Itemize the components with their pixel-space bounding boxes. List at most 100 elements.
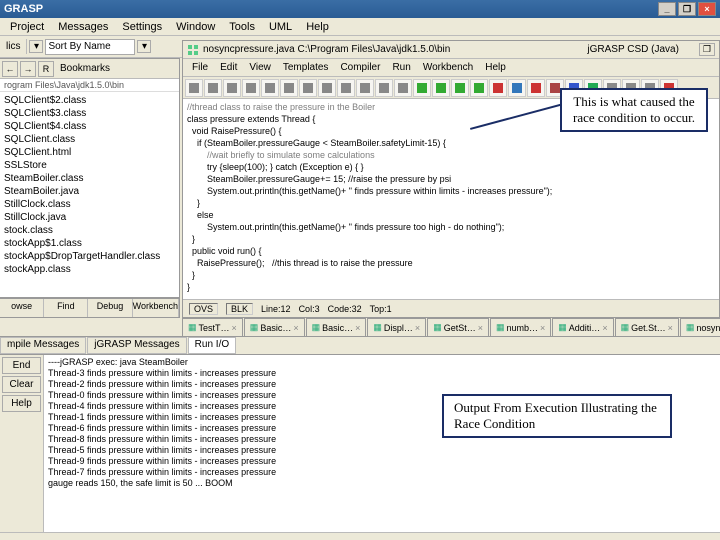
compile-icon[interactable]: [413, 79, 431, 97]
editor-menu-templates[interactable]: Templates: [278, 61, 334, 74]
bug-red-icon[interactable]: [527, 79, 545, 97]
r-button[interactable]: R: [38, 61, 54, 77]
viewtab-workbench[interactable]: Workbench: [133, 299, 179, 317]
message-tab[interactable]: mpile Messages: [0, 337, 86, 354]
code-line: SteamBoiler.pressureGauge+= 15; //raise …: [187, 173, 715, 185]
file-tab[interactable]: ▦Basic…×: [306, 318, 367, 336]
person-red-icon[interactable]: [489, 79, 507, 97]
close-icon[interactable]: ×: [602, 323, 607, 333]
file-tab[interactable]: ▦Get.St…×: [615, 318, 679, 336]
code-line: else: [187, 209, 715, 221]
close-icon[interactable]: ×: [478, 323, 483, 333]
person-icon[interactable]: [508, 79, 526, 97]
list-item[interactable]: stockApp.class: [0, 263, 179, 276]
editor-menu-compiler[interactable]: Compiler: [335, 61, 385, 74]
viewtab-find[interactable]: Find: [44, 299, 88, 317]
file-icon: ▦: [312, 322, 321, 333]
file-tab[interactable]: ▦TestT…×: [182, 318, 243, 336]
list-item[interactable]: SteamBoiler.java: [0, 185, 179, 198]
save-icon[interactable]: [223, 79, 241, 97]
list-item[interactable]: StillClock.java: [0, 211, 179, 224]
sort-select[interactable]: [45, 39, 135, 55]
folder-icon[interactable]: [204, 79, 222, 97]
close-icon[interactable]: ×: [293, 323, 298, 333]
list-item[interactable]: SQLClient$4.class: [0, 120, 179, 133]
forward-button[interactable]: →: [20, 61, 36, 77]
list-item[interactable]: SQLClient.html: [0, 146, 179, 159]
editor-menu-view[interactable]: View: [244, 61, 276, 74]
viewtab-owse[interactable]: owse: [0, 299, 44, 317]
run2-icon[interactable]: [451, 79, 469, 97]
editor-max-icon[interactable]: ❐: [699, 43, 715, 56]
status-col: Col:3: [299, 304, 320, 314]
list-item[interactable]: SQLClient$2.class: [0, 94, 179, 107]
message-tab[interactable]: Run I/O: [188, 337, 236, 354]
paste-icon[interactable]: [375, 79, 393, 97]
close-icon[interactable]: ×: [668, 323, 673, 333]
file-tab[interactable]: ▦Displ…×: [367, 318, 426, 336]
panel-dropdown[interactable]: ▾: [29, 40, 43, 53]
back-button[interactable]: ←: [2, 61, 18, 77]
file-tab[interactable]: ▦numb…×: [490, 318, 551, 336]
csd-icon[interactable]: [280, 79, 298, 97]
saveall-icon[interactable]: [242, 79, 260, 97]
editor-menu-run[interactable]: Run: [387, 61, 415, 74]
console-line: Thread-3 finds pressure within limits - …: [48, 368, 716, 379]
maximize-button[interactable]: ❐: [678, 2, 696, 16]
app-window: GRASP _ ❐ × ProjectMessagesSettingsWindo…: [0, 0, 720, 540]
editor-title-mode: jGRASP CSD (Java): [587, 44, 679, 55]
file-icon[interactable]: [185, 79, 203, 97]
code-line: RaisePressure(); //this thread is to rai…: [187, 257, 715, 269]
editor-menu-file[interactable]: File: [187, 61, 213, 74]
list-item[interactable]: stockApp$1.class: [0, 237, 179, 250]
message-tabs: mpile MessagesjGRASP MessagesRun I/O: [0, 336, 720, 354]
list-item[interactable]: SteamBoiler.class: [0, 172, 179, 185]
file-tab[interactable]: ▦GetSt…×: [427, 318, 489, 336]
list-item[interactable]: SSLStore: [0, 159, 179, 172]
menu-project[interactable]: Project: [4, 20, 50, 34]
list-item[interactable]: StillClock.class: [0, 198, 179, 211]
undo-icon[interactable]: [299, 79, 317, 97]
editor-menu-help[interactable]: Help: [480, 61, 511, 74]
menu-tools[interactable]: Tools: [223, 20, 261, 34]
cut-icon[interactable]: [337, 79, 355, 97]
list-item[interactable]: stockApp$DropTargetHandler.class: [0, 250, 179, 263]
list-item[interactable]: SQLClient$3.class: [0, 107, 179, 120]
plus-icon[interactable]: [470, 79, 488, 97]
clear-button[interactable]: Clear: [2, 376, 41, 393]
copy-icon[interactable]: [356, 79, 374, 97]
editor-menu-workbench[interactable]: Workbench: [418, 61, 478, 74]
path-input[interactable]: rogram Files\Java\jdk1.5.0\bin: [0, 79, 179, 92]
end-button[interactable]: End: [2, 357, 41, 374]
find-icon[interactable]: [394, 79, 412, 97]
minimize-button[interactable]: _: [658, 2, 676, 16]
close-button[interactable]: ×: [698, 2, 716, 16]
editor-menu-edit[interactable]: Edit: [215, 61, 242, 74]
file-tab[interactable]: ▦Basic…×: [244, 318, 305, 336]
close-icon[interactable]: ×: [540, 323, 545, 333]
code-line: try {sleep(100); } catch (Exception e) {…: [187, 161, 715, 173]
menu-uml[interactable]: UML: [263, 20, 298, 34]
menu-messages[interactable]: Messages: [52, 20, 114, 34]
print-icon[interactable]: [261, 79, 279, 97]
close-icon[interactable]: ×: [232, 323, 237, 333]
bookmarks-label[interactable]: Bookmarks: [56, 63, 114, 74]
viewtab-debug[interactable]: Debug: [88, 299, 132, 317]
message-tab[interactable]: jGRASP Messages: [87, 337, 186, 354]
menu-help[interactable]: Help: [300, 20, 335, 34]
close-icon[interactable]: ×: [355, 323, 360, 333]
sort-dropdown-arrow[interactable]: ▾: [137, 40, 151, 53]
help-button[interactable]: Help: [2, 395, 41, 412]
redo-icon[interactable]: [318, 79, 336, 97]
list-item[interactable]: SQLClient.class: [0, 133, 179, 146]
file-tab[interactable]: ▦Additi…×: [552, 318, 613, 336]
close-icon[interactable]: ×: [415, 323, 420, 333]
console-output[interactable]: ----jGRASP exec: java SteamBoilerThread-…: [44, 355, 720, 532]
menu-window[interactable]: Window: [170, 20, 221, 34]
list-item[interactable]: stock.class: [0, 224, 179, 237]
run-icon[interactable]: [432, 79, 450, 97]
menu-settings[interactable]: Settings: [116, 20, 168, 34]
file-tab[interactable]: ▦nosyn…×: [680, 318, 720, 336]
code-line: System.out.println(this.getName()+ " fin…: [187, 221, 715, 233]
console-line: Thread-5 finds pressure within limits - …: [48, 445, 716, 456]
